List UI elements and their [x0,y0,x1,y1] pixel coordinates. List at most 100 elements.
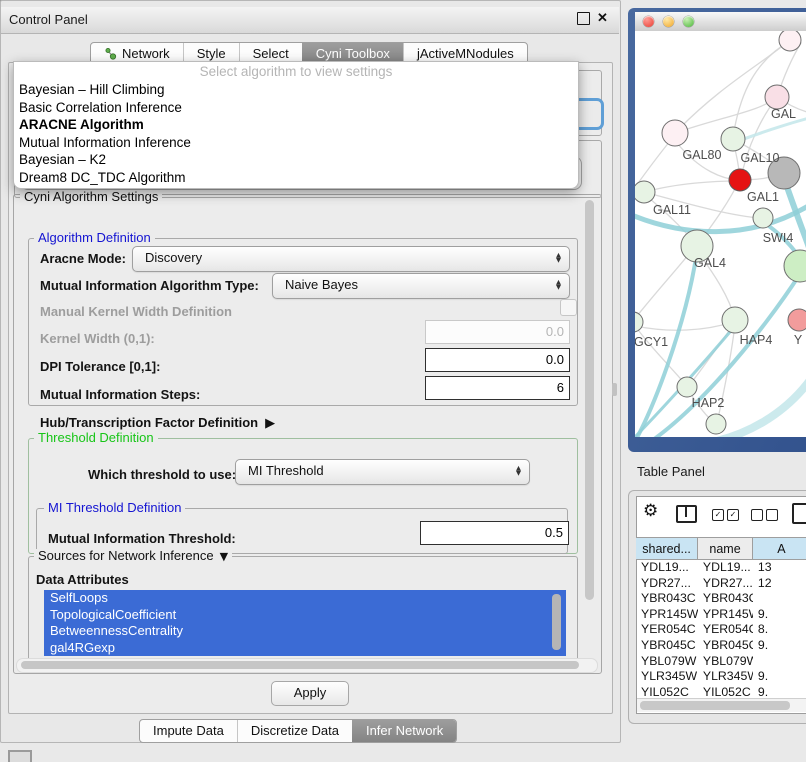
expand-arrow-icon[interactable]: ▶ [265,416,275,431]
dpi-tolerance-field[interactable]: 0.0 [425,348,570,372]
manual-kernel-checkbox[interactable] [560,299,577,316]
table-cell[interactable]: YDR27... [698,576,753,592]
table-cell[interactable]: 9. [753,638,806,654]
network-node-hap4[interactable] [722,307,748,333]
stepper-arrows-icon[interactable]: ▲▼ [516,462,521,476]
table-cell[interactable]: YLR345W [636,669,698,685]
which-threshold-combobox[interactable]: MI Threshold ▲▼ [235,459,530,485]
tab-infer-network[interactable]: Infer Network [352,720,456,742]
table-row[interactable]: YDL19...YDL19...13 [636,560,806,576]
table-cell[interactable]: YPR145W [698,607,753,623]
table-cell[interactable]: YDL19... [698,560,753,576]
document-icon[interactable] [792,503,806,524]
table-cell[interactable]: YBL079W [636,654,698,670]
settings-vertical-scrollbar[interactable] [585,200,594,600]
column-header-name[interactable]: name [698,537,753,560]
data-attributes-list[interactable]: SelfLoopsTopologicalCoefficientBetweenne… [44,590,566,656]
traffic-light-close-icon[interactable] [643,16,654,27]
algorithm-option-basic-correlation-inference[interactable]: Basic Correlation Inference [14,99,578,117]
table-cell[interactable]: 9. [753,607,806,623]
table-cell[interactable]: 9. [753,669,806,685]
table-row[interactable]: YPR145WYPR145W9. [636,607,806,623]
table-cell[interactable]: YBL079W [698,654,753,670]
split-columns-icon[interactable] [676,505,697,523]
algorithm-option-dream8-dc-tdc-algorithm[interactable]: Dream8 DC_TDC Algorithm [14,169,578,187]
table-row[interactable]: YLR345WYLR345W9. [636,669,806,685]
table-row[interactable]: YBR043CYBR043C [636,591,806,607]
close-icon[interactable]: ✕ [597,10,608,26]
table-cell[interactable]: YDL19... [636,560,698,576]
network-node-hap2[interactable] [677,377,697,397]
network-node-gal1[interactable] [729,169,751,191]
aracne-mode-combobox[interactable]: Discovery ▲▼ [132,246,570,272]
select-all-checkboxes-icon[interactable]: ✓✓ [712,509,739,521]
attribute-item-gal4rgexp[interactable]: gal4RGexp [44,640,566,657]
network-canvas[interactable]: GALGAL80GAL10GAL1GAL11SWI4GAL4GCY1HAP4YH… [635,31,806,437]
algorithm-option-bayesian-k2[interactable]: Bayesian – K2 [14,151,578,169]
table-horizontal-scrollbar[interactable] [637,698,806,712]
network-node[interactable] [784,250,806,282]
table-cell[interactable]: YBR043C [698,591,753,607]
table-cell[interactable]: YIL052C [698,685,753,698]
table-cell[interactable]: YER054C [636,622,698,638]
panel-divider-handle[interactable] [612,383,617,396]
tab-impute-data[interactable]: Impute Data [140,720,237,742]
network-node-gal11[interactable] [635,181,655,203]
mi-algorithm-type-combobox[interactable]: Naive Bayes ▲▼ [272,273,570,299]
table-cell[interactable]: YBR043C [636,591,698,607]
table-row[interactable]: YBL079WYBL079W [636,654,806,670]
column-header-a[interactable]: A [753,537,806,560]
table-cell[interactable]: 13 [753,560,806,576]
kernel-width-field[interactable]: 0.0 [425,320,570,344]
attribute-item-topologicalcoefficient[interactable]: TopologicalCoefficient [44,607,566,624]
attribute-item-betweennesscentrality[interactable]: BetweennessCentrality [44,623,566,640]
network-window-titlebar[interactable] [635,12,806,32]
minimized-panel-button[interactable] [8,750,32,762]
tab-discretize-data[interactable]: Discretize Data [237,720,352,742]
settings-horizontal-scrollbar[interactable] [16,658,598,673]
hub-transcription-factor-section[interactable]: Hub/Transcription Factor Definition▶ [40,415,275,431]
algorithm-option-bayesian-hill-climbing[interactable]: Bayesian – Hill Climbing [14,81,578,99]
network-node-gal[interactable] [765,85,789,109]
table-row[interactable]: YIL052CYIL052C9. [636,685,806,698]
traffic-light-minimize-icon[interactable] [663,16,674,27]
float-window-icon[interactable] [577,12,590,25]
table-cell[interactable]: YBR045C [698,638,753,654]
table-cell[interactable] [753,654,806,670]
network-node-swi4[interactable] [753,208,773,228]
table-cell[interactable] [753,591,806,607]
algorithm-option-aracne-algorithm[interactable]: ARACNE Algorithm [14,116,578,134]
table-scrollbar-thumb[interactable] [640,701,790,710]
table-cell[interactable]: YER054C [698,622,753,638]
network-node[interactable] [706,414,726,434]
table-row[interactable]: YDR27...YDR27...12 [636,576,806,592]
network-node-gal10[interactable] [721,127,745,151]
apply-button[interactable]: Apply [271,681,349,706]
table-cell[interactable]: YBR045C [636,638,698,654]
gear-icon[interactable]: ⚙ [643,502,658,520]
stepper-arrows-icon[interactable]: ▲▼ [556,249,561,263]
column-header-shared[interactable]: shared... [636,537,698,560]
attributes-list-scrollbar[interactable] [552,594,561,650]
table-cell[interactable]: 9. [753,685,806,698]
network-node[interactable] [779,31,801,51]
table-row[interactable]: YER054CYER054C8. [636,622,806,638]
table-cell[interactable]: YPR145W [636,607,698,623]
table-cell[interactable]: YLR345W [698,669,753,685]
network-node-gcy1[interactable] [635,312,643,332]
attribute-item-selfloops[interactable]: SelfLoops [44,590,566,607]
table-cell[interactable]: YIL052C [636,685,698,698]
horizontal-scrollbar-thumb[interactable] [21,661,579,669]
table-cell[interactable]: 8. [753,622,806,638]
network-node-gal80[interactable] [662,120,688,146]
table-row[interactable]: YBR045CYBR045C9. [636,638,806,654]
traffic-light-zoom-icon[interactable] [683,16,694,27]
deselect-checkboxes-icon[interactable] [751,509,778,521]
table-cell[interactable]: 12 [753,576,806,592]
collapse-arrow-icon[interactable]: ▼ [220,550,228,563]
table-cell[interactable]: YDR27... [636,576,698,592]
mi-steps-field[interactable]: 6 [425,376,570,400]
stepper-arrows-icon[interactable]: ▲▼ [556,276,561,290]
algorithm-option-mutual-information-inference[interactable]: Mutual Information Inference [14,134,578,152]
mi-threshold-field[interactable]: 0.5 [420,521,569,545]
